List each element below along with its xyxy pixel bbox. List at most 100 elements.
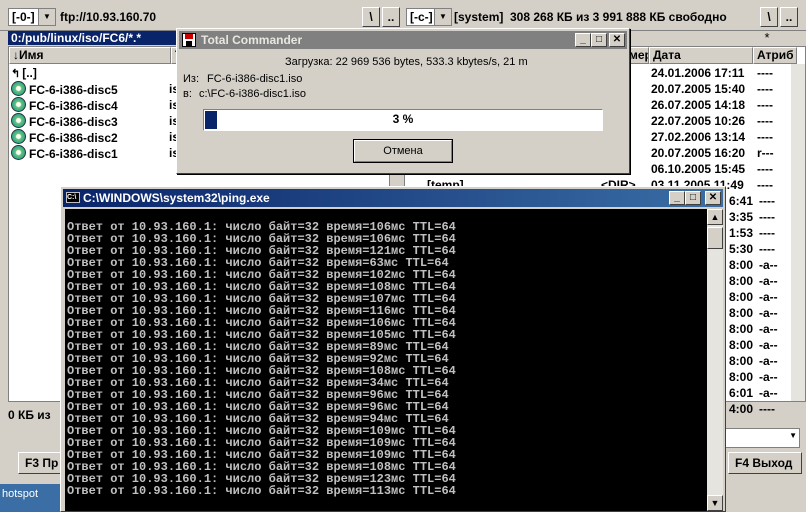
file-name: [..] (22, 66, 37, 80)
column-header-name[interactable]: ↓Имя (9, 47, 171, 64)
close-icon[interactable]: ✕ (609, 33, 625, 47)
file-attr: -a-- (759, 354, 778, 368)
console-icon: C:\ (66, 192, 80, 203)
right-root-button[interactable]: \ (760, 7, 778, 27)
disc-icon (11, 81, 26, 96)
console-title: C:\WINDOWS\system32\ping.exe (83, 191, 270, 205)
tc-toolbar: [-0-] ▼ ftp://10.93.160.70 \ .. [-c-] ▼ … (0, 0, 806, 31)
file-row[interactable]: FC-6-i386-disc1 is (11, 145, 191, 161)
file-name: FC-6-i386-disc4 (29, 99, 118, 113)
right-up-button[interactable]: .. (780, 7, 798, 27)
file-attr: ---- (759, 242, 775, 256)
disc-icon (11, 113, 26, 128)
left-drive-label: [-0-] (12, 10, 35, 24)
file-attr: -a-- (759, 306, 778, 320)
file-time: 8:00 (729, 306, 754, 320)
right-drive-label: [-c-] (410, 10, 433, 24)
dialog-title: Total Commander (201, 33, 303, 47)
file-date: 24.01.2006 17:11 (651, 66, 745, 80)
file-name: FC-6-i386-disc2 (29, 131, 118, 145)
scroll-up-icon[interactable]: ▲ (707, 209, 723, 225)
chevron-down-icon[interactable]: ▼ (789, 431, 797, 440)
file-attr: ---- (757, 162, 773, 176)
console-titlebar[interactable]: C:\ C:\WINDOWS\system32\ping.exe _ □ ✕ (63, 189, 723, 207)
file-attr: ---- (759, 226, 775, 240)
file-row[interactable]: FC-6-i386-disc3 is (11, 113, 191, 129)
file-date: 06.10.2005 15:45 (651, 162, 746, 176)
file-attr: -a-- (759, 370, 778, 384)
dialog-titlebar[interactable]: Total Commander _ □ ✕ (179, 31, 627, 49)
progress-percent: 3 % (392, 112, 414, 126)
column-header-attr[interactable]: Атриб (753, 47, 797, 64)
file-attr: ---- (757, 98, 773, 112)
cancel-button-label: Отмена (354, 140, 452, 162)
progress-bar: 3 % (203, 109, 603, 131)
maximize-icon[interactable]: □ (685, 191, 701, 205)
disc-icon (11, 145, 26, 160)
file-row[interactable]: FC-6-i386-disc2 is (11, 129, 191, 145)
left-location: ftp://10.93.160.70 (60, 10, 157, 24)
right-drive-select[interactable]: [-c-] ▼ (406, 8, 452, 26)
close-icon[interactable]: ✕ (705, 191, 721, 205)
command-line-input[interactable]: ▼ (724, 428, 800, 448)
disc-icon (11, 129, 26, 144)
file-attr: ---- (759, 194, 775, 208)
from-file: FC-6-i386-disc1.iso (207, 73, 303, 85)
file-time: 8:00 (729, 290, 754, 304)
file-attr: -a-- (759, 338, 778, 352)
file-row-up[interactable]: ↰ [..] (11, 65, 37, 81)
file-time: 3:35 (729, 210, 754, 224)
right-scrollbar[interactable] (791, 64, 805, 401)
download-status: Загрузка: 22 969 536 bytes, 533.3 kbytes… (285, 56, 528, 68)
file-date: 27.02.2006 13:14 (651, 130, 746, 144)
file-name: FC-6-i386-disc5 (29, 83, 118, 97)
file-row[interactable]: FC-6-i386-disc5 is (11, 81, 191, 97)
file-attr: -a-- (759, 290, 778, 304)
file-time: 8:00 (729, 338, 754, 352)
file-time: 1:53 (729, 226, 754, 240)
chevron-down-icon[interactable]: ▼ (38, 9, 55, 25)
file-row[interactable]: FC-6-i386-disc4 is (11, 97, 191, 113)
file-date: 22.07.2005 10:26 (651, 114, 746, 128)
file-date: 20.07.2005 16:20 (651, 146, 746, 160)
f3-view-button[interactable]: F3 Пр (18, 452, 62, 474)
file-attr: ---- (757, 114, 773, 128)
download-dialog: Total Commander _ □ ✕ Загрузка: 22 969 5… (176, 28, 630, 174)
file-name: FC-6-i386-disc1 (29, 147, 118, 161)
file-date: 26.07.2005 14:18 (651, 98, 746, 112)
console-output[interactable]: Ответ от 10.93.160.1: число байт=32 врем… (65, 209, 707, 511)
file-attr: ---- (757, 178, 773, 192)
scroll-thumb[interactable] (707, 227, 723, 249)
taskbar-label[interactable]: hotspot (2, 488, 38, 500)
left-root-button[interactable]: \ (362, 7, 380, 27)
right-volume-label: [system] (454, 10, 504, 24)
file-name: FC-6-i386-disc3 (29, 115, 118, 129)
left-drive-select[interactable]: [-0-] ▼ (8, 8, 56, 26)
maximize-icon[interactable]: □ (591, 33, 607, 47)
disc-icon (11, 97, 26, 112)
f4-exit-button[interactable]: F4 Выход (728, 452, 802, 474)
file-time: 8:00 (729, 322, 754, 336)
from-label: Из: (183, 73, 200, 85)
file-attr: r--- (757, 146, 774, 160)
scroll-down-icon[interactable]: ▼ (707, 495, 723, 511)
file-attr: -a-- (759, 386, 778, 400)
minimize-icon[interactable]: _ (575, 33, 591, 47)
file-time: 5:30 (729, 242, 754, 256)
right-filter-star[interactable]: * (756, 31, 778, 45)
minimize-icon[interactable]: _ (669, 191, 685, 205)
chevron-down-icon[interactable]: ▼ (434, 9, 451, 25)
file-attr: -a-- (759, 322, 778, 336)
left-status-text: 0 КБ из (8, 408, 51, 422)
file-time: 8:00 (729, 258, 754, 272)
file-attr: ---- (759, 402, 775, 416)
column-header-date[interactable]: Дата (649, 47, 753, 64)
cancel-button[interactable]: Отмена (353, 139, 453, 163)
up-dir-icon: ↰ (11, 68, 21, 80)
floppy-icon (182, 33, 196, 47)
console-line: Ответ от 10.93.160.1: число байт=32 врем… (67, 484, 456, 498)
left-up-button[interactable]: .. (382, 7, 400, 27)
console-scrollbar[interactable]: ▲ ▼ (707, 209, 723, 511)
file-time: 8:00 (729, 370, 754, 384)
file-time: 8:00 (729, 274, 754, 288)
